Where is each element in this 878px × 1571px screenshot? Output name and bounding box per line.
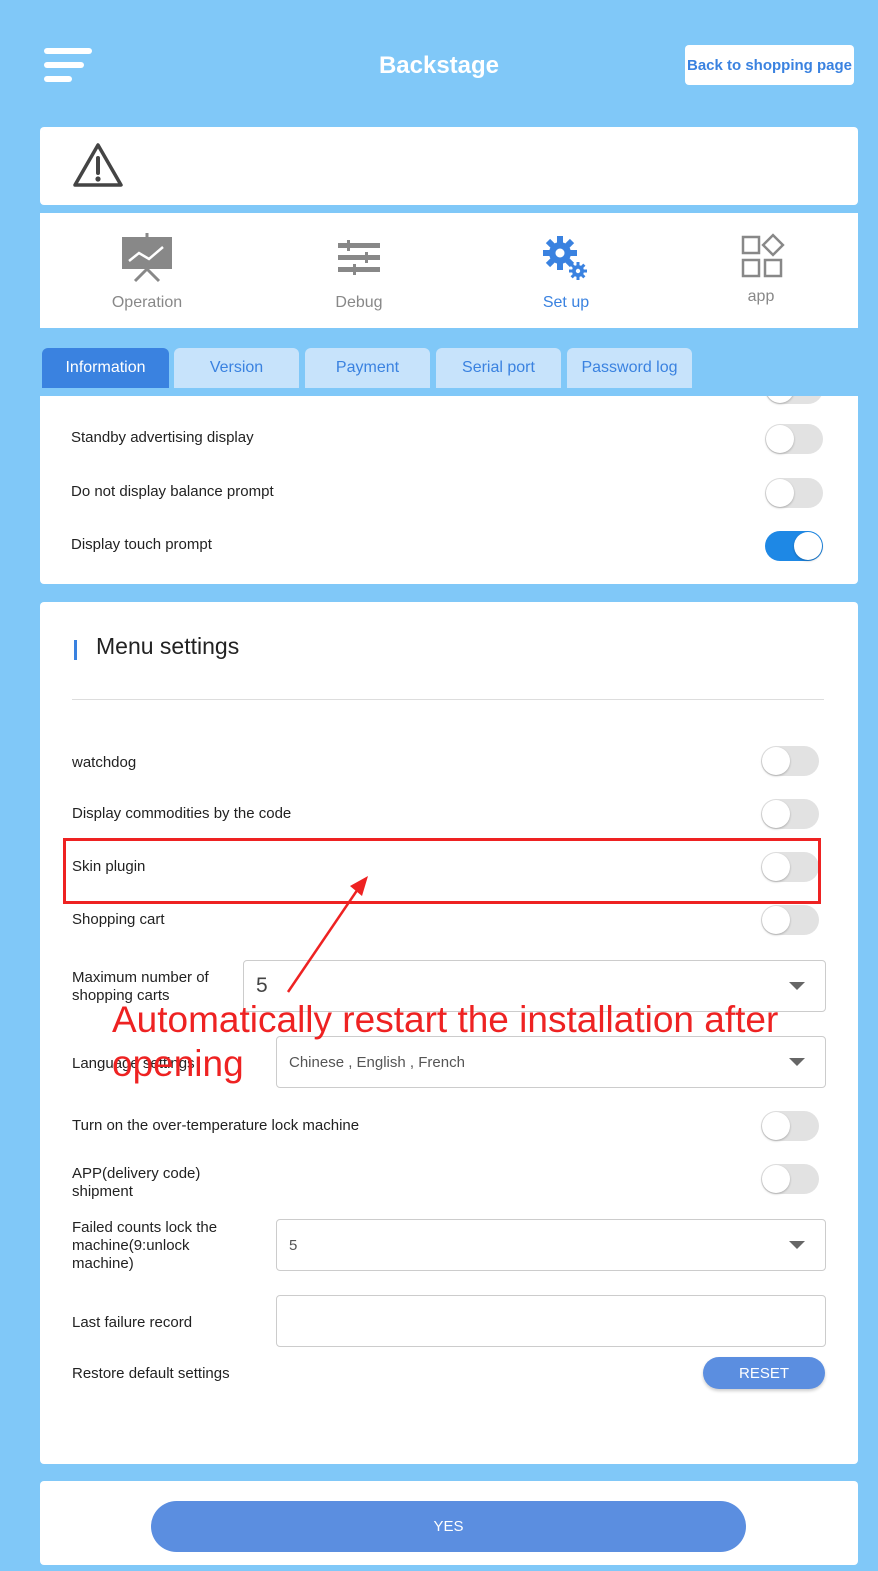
display-by-code-toggle[interactable] — [761, 799, 819, 829]
back-to-shopping-button[interactable]: Back to shopping page — [685, 45, 854, 85]
yes-button[interactable]: YES — [151, 1501, 746, 1552]
app-shipment-toggle[interactable] — [761, 1164, 819, 1194]
gears-icon — [543, 236, 587, 280]
reset-button[interactable]: RESET — [703, 1357, 825, 1389]
chevron-down-icon — [789, 982, 805, 990]
last-failure-field[interactable] — [276, 1295, 826, 1347]
tab-password-log[interactable]: Password log — [567, 348, 692, 388]
nav-operation[interactable]: Operation — [72, 233, 222, 312]
standby-ad-toggle[interactable] — [765, 424, 823, 454]
nav-debug-label: Debug — [335, 294, 383, 311]
shopping-cart-label: Shopping cart — [72, 911, 165, 928]
restore-label: Restore default settings — [72, 1365, 230, 1382]
menu-settings-title: Menu settings — [96, 633, 240, 659]
last-failure-label: Last failure record — [72, 1314, 193, 1331]
touch-prompt-toggle[interactable] — [765, 531, 823, 561]
partial-toggle[interactable] — [765, 396, 823, 404]
failed-counts-select[interactable]: 5 — [276, 1219, 826, 1271]
app-grid-icon — [741, 233, 785, 278]
tab-serial-port[interactable]: Serial port — [436, 348, 561, 388]
nav-setup-label: Set up — [542, 294, 590, 311]
section-nav: Operation Debug Set up app — [40, 213, 858, 328]
app-shipment-label: APP(delivery code) shipment — [72, 1165, 201, 1200]
touch-prompt-label: Display touch prompt — [71, 536, 212, 553]
failed-counts-label: Failed counts lock the machine(9:unlock … — [72, 1219, 218, 1272]
warning-card — [40, 127, 858, 205]
nav-operation-label: Operation — [111, 294, 183, 311]
chevron-down-icon — [789, 1241, 805, 1249]
balance-prompt-label: Do not display balance prompt — [71, 483, 274, 500]
shopping-cart-toggle[interactable] — [761, 905, 819, 935]
divider — [72, 699, 824, 700]
annotation-highlight-box — [63, 838, 821, 904]
watchdog-toggle[interactable] — [761, 746, 819, 776]
standby-ad-label: Standby advertising display — [71, 429, 254, 446]
balance-prompt-toggle[interactable] — [765, 478, 823, 508]
section-accent-bar — [74, 640, 77, 660]
tab-version[interactable]: Version — [174, 348, 299, 388]
annotation-arrow — [286, 876, 368, 993]
tab-information[interactable]: Information — [42, 348, 169, 388]
nav-debug[interactable]: Debug — [284, 233, 434, 312]
presentation-chart-icon — [122, 233, 172, 283]
nav-app-label: app — [747, 288, 775, 305]
annotation-text: Automatically restart the installation a… — [112, 999, 779, 1084]
over-temp-toggle[interactable] — [761, 1111, 819, 1141]
warning-triangle-icon — [73, 143, 123, 187]
max-carts-value: 5 — [256, 974, 268, 997]
display-by-code-label: Display commodities by the code — [72, 805, 292, 822]
watchdog-label: watchdog — [72, 754, 137, 771]
nav-app[interactable]: app — [686, 233, 836, 306]
tab-payment[interactable]: Payment — [305, 348, 430, 388]
nav-setup[interactable]: Set up — [491, 233, 641, 312]
failed-counts-value: 5 — [289, 1236, 298, 1254]
information-settings-card: Standby advertising display Do not displ… — [40, 396, 858, 584]
over-temp-label: Turn on the over-temperature lock machin… — [72, 1117, 360, 1134]
sliders-icon — [338, 240, 380, 275]
